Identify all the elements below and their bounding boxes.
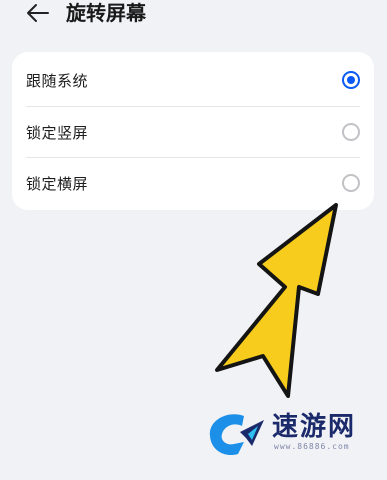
watermark-logo: 速游网 www.86886.com	[202, 404, 380, 464]
watermark-brand: 速游网	[272, 412, 357, 442]
watermark-url: www.86886.com	[274, 442, 350, 451]
watermark-g-logo-icon	[209, 414, 264, 456]
